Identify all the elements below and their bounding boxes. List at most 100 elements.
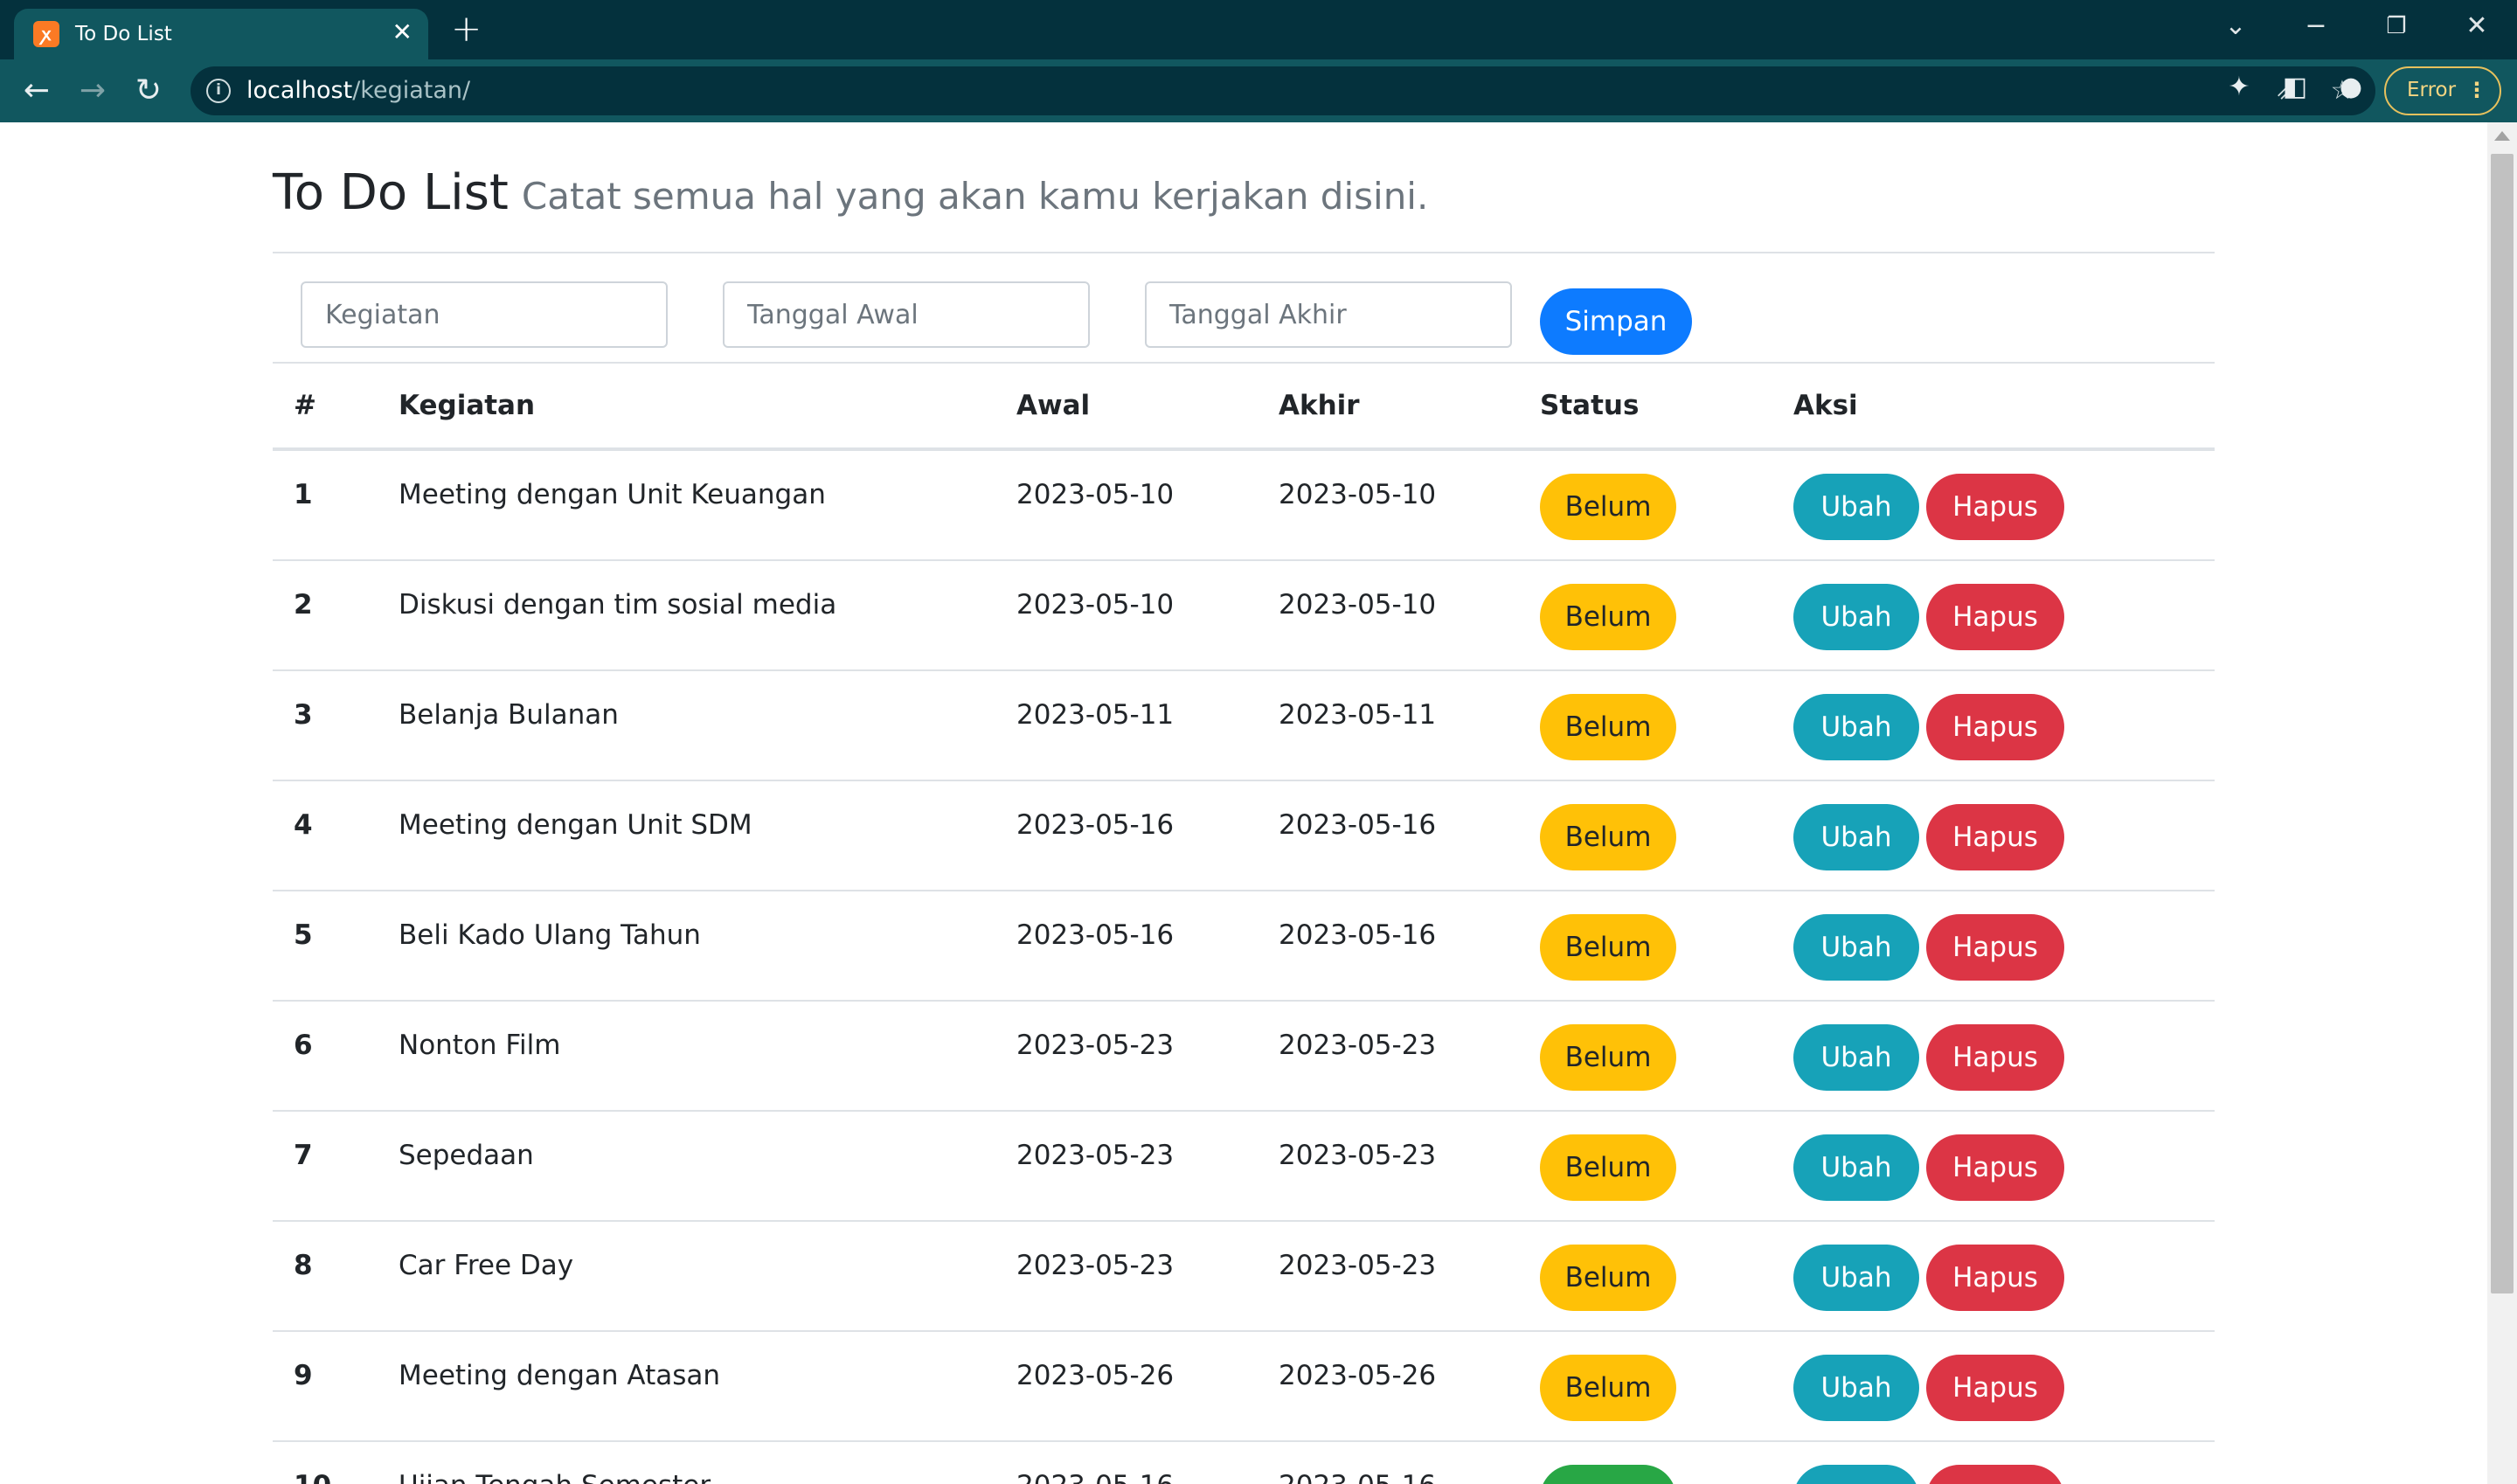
awal-date-cell: 2023-05-10 <box>1016 479 1175 510</box>
column-header-awal: Awal <box>1016 390 1091 421</box>
status-badge[interactable]: Belum <box>1540 474 1676 540</box>
awal-date-cell: 2023-05-11 <box>1016 699 1175 731</box>
kebab-menu-icon[interactable]: ⋮ <box>2466 68 2487 113</box>
back-arrow-icon[interactable]: ← <box>16 72 58 110</box>
divider <box>273 252 2215 253</box>
kegiatan-cell: Ujian Tengah Semester <box>399 1470 711 1484</box>
error-chip[interactable]: Error ⋮ <box>2384 66 2501 115</box>
delete-button[interactable]: Hapus <box>1926 584 2064 650</box>
delete-button[interactable]: Hapus <box>1926 474 2064 540</box>
chevron-down-icon[interactable]: ⌄ <box>2218 9 2253 44</box>
table-row: 5 Beli Kado Ulang Tahun 2023-05-16 2023-05-… <box>273 891 2215 1002</box>
restore-icon[interactable]: ❐ <box>2379 9 2414 44</box>
akhir-date-cell: 2023-05-26 <box>1279 1360 1437 1391</box>
address-bar[interactable]: i localhost/kegiatan/ ⇗ ☆ <box>191 66 2375 115</box>
awal-date-cell: 2023-05-16 <box>1016 919 1175 951</box>
edit-button[interactable]: Ubah <box>1793 584 1919 650</box>
puzzle-icon[interactable]: ✦ <box>2222 72 2257 103</box>
delete-button[interactable]: Hapus <box>1926 694 2064 760</box>
column-header-status: Status <box>1540 390 1640 421</box>
delete-button[interactable]: Hapus <box>1926 1024 2064 1091</box>
status-badge[interactable]: Belum <box>1540 1245 1676 1311</box>
status-badge[interactable]: Sudah <box>1540 1465 1676 1484</box>
akhir-date-cell: 2023-05-10 <box>1279 479 1437 510</box>
browser-tabstrip: ꭗ To Do List ✕ + ⌄ − ❐ ✕ <box>0 0 2517 59</box>
edit-button[interactable]: Ubah <box>1793 1355 1919 1421</box>
status-badge[interactable]: Belum <box>1540 694 1676 760</box>
close-window-icon[interactable]: ✕ <box>2459 9 2494 44</box>
divider <box>273 362 2215 364</box>
scroll-up-arrow-icon[interactable] <box>2494 131 2510 141</box>
akhir-date-cell: 2023-05-10 <box>1279 589 1437 621</box>
table-row: 3 Belanja Bulanan 2023-05-11 2023-05-11 Belu… <box>273 671 2215 781</box>
row-number: 4 <box>294 809 313 841</box>
delete-button[interactable]: Hapus <box>1926 1465 2064 1484</box>
row-number: 9 <box>294 1360 313 1391</box>
kegiatan-cell: Belanja Bulanan <box>399 699 619 731</box>
akhir-date-cell: 2023-05-16 <box>1279 919 1437 951</box>
edit-button[interactable]: Ubah <box>1793 1134 1919 1201</box>
side-panel-icon[interactable]: ◧ <box>2278 72 2312 103</box>
edit-button[interactable]: Ubah <box>1793 1465 1919 1484</box>
status-badge[interactable]: Belum <box>1540 1024 1676 1091</box>
scrollbar[interactable] <box>2487 122 2517 1484</box>
error-label: Error <box>2407 79 2457 101</box>
scrollbar-thumb[interactable] <box>2491 154 2514 1293</box>
row-number: 10 <box>294 1470 331 1484</box>
column-header-number: # <box>294 390 316 421</box>
table-row: 4 Meeting dengan Unit SDM 2023-05-16 2023-0… <box>273 781 2215 891</box>
xampp-icon: ꭗ <box>33 21 59 47</box>
minimize-icon[interactable]: − <box>2299 9 2333 44</box>
kegiatan-cell: Beli Kado Ulang Tahun <box>399 919 701 951</box>
kegiatan-input[interactable] <box>301 281 668 348</box>
delete-button[interactable]: Hapus <box>1926 1134 2064 1201</box>
info-icon[interactable]: i <box>206 79 231 103</box>
akhir-date-cell: 2023-05-23 <box>1279 1140 1437 1171</box>
column-header-aksi: Aksi <box>1793 390 1858 421</box>
column-header-kegiatan: Kegiatan <box>399 390 536 421</box>
akhir-date-cell: 2023-05-16 <box>1279 809 1437 841</box>
delete-button[interactable]: Hapus <box>1926 1245 2064 1311</box>
kegiatan-cell: Sepedaan <box>399 1140 534 1171</box>
kegiatan-cell: Car Free Day <box>399 1250 574 1281</box>
kegiatan-cell: Meeting dengan Unit SDM <box>399 809 752 841</box>
tanggal-awal-input[interactable] <box>723 281 1090 348</box>
status-badge[interactable]: Belum <box>1540 584 1676 650</box>
page-subtitle: Catat semua hal yang akan kamu kerjakan … <box>521 175 1429 218</box>
akhir-date-cell: 2023-05-16 <box>1279 1470 1436 1484</box>
plus-icon[interactable]: + <box>451 10 482 47</box>
edit-button[interactable]: Ubah <box>1793 694 1919 760</box>
status-badge[interactable]: Belum <box>1540 914 1676 981</box>
tanggal-akhir-input[interactable] <box>1145 281 1512 348</box>
akhir-date-cell: 2023-05-11 <box>1279 699 1437 731</box>
page-title: To Do List <box>273 164 509 221</box>
table-row: 9 Meeting dengan Atasan 2023-05-26 2023-05-… <box>273 1332 2215 1442</box>
awal-date-cell: 2023-05-16 <box>1016 1470 1174 1484</box>
profile-icon[interactable]: ● <box>2333 72 2368 103</box>
kegiatan-cell: Nonton Film <box>399 1030 561 1061</box>
edit-button[interactable]: Ubah <box>1793 804 1919 870</box>
reload-icon[interactable]: ↻ <box>128 72 170 110</box>
url-path: /kegiatan/ <box>352 77 471 104</box>
browser-tab[interactable]: ꭗ To Do List ✕ <box>14 9 428 59</box>
awal-date-cell: 2023-05-23 <box>1016 1250 1175 1281</box>
row-number: 3 <box>294 699 313 731</box>
close-icon[interactable]: ✕ <box>392 19 413 45</box>
row-number: 5 <box>294 919 313 951</box>
edit-button[interactable]: Ubah <box>1793 1245 1919 1311</box>
save-button[interactable]: Simpan <box>1540 288 1692 355</box>
status-badge[interactable]: Belum <box>1540 804 1676 870</box>
delete-button[interactable]: Hapus <box>1926 914 2064 981</box>
akhir-date-cell: 2023-05-23 <box>1279 1030 1437 1061</box>
url-text[interactable]: localhost/kegiatan/ <box>246 77 470 104</box>
delete-button[interactable]: Hapus <box>1926 804 2064 870</box>
edit-button[interactable]: Ubah <box>1793 914 1919 981</box>
status-badge[interactable]: Belum <box>1540 1355 1676 1421</box>
delete-button[interactable]: Hapus <box>1926 1355 2064 1421</box>
row-number: 2 <box>294 589 313 621</box>
status-badge[interactable]: Belum <box>1540 1134 1676 1201</box>
forward-arrow-icon[interactable]: → <box>72 72 114 110</box>
edit-button[interactable]: Ubah <box>1793 1024 1919 1091</box>
awal-date-cell: 2023-05-26 <box>1016 1360 1175 1391</box>
edit-button[interactable]: Ubah <box>1793 474 1919 540</box>
